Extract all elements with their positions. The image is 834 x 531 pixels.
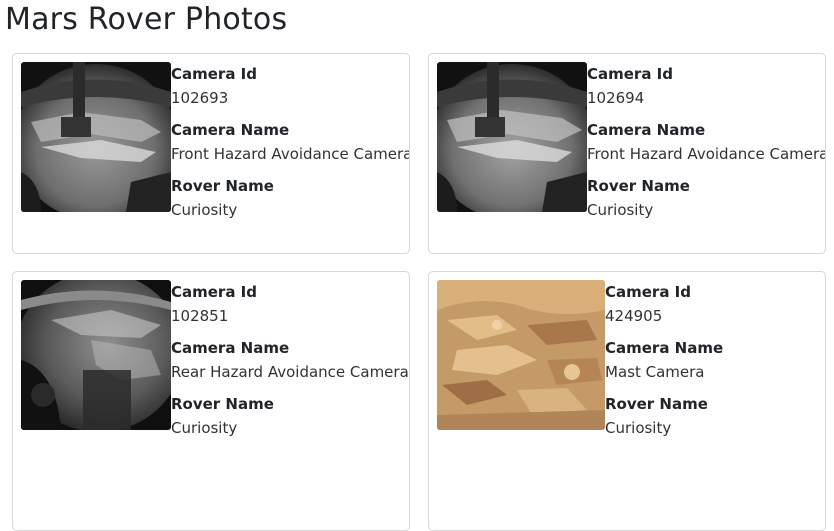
photo-info: Camera Id 424905 Camera Name Mast Camera… — [605, 280, 723, 448]
camera-id-label: Camera Id — [605, 283, 691, 301]
rover-name-label: Rover Name — [587, 177, 690, 195]
hazcam-photo-icon — [21, 62, 171, 212]
rover-name-label: Rover Name — [605, 395, 708, 413]
photo-card: Camera Id 102693 Camera Name Front Hazar… — [12, 53, 410, 254]
photo-card: Camera Id 424905 Camera Name Mast Camera… — [428, 271, 826, 531]
camera-id-value: 102693 — [171, 89, 229, 107]
rover-name-value: Curiosity — [587, 201, 654, 219]
camera-name-label: Camera Name — [605, 339, 724, 357]
camera-name-label: Camera Name — [171, 121, 290, 139]
camera-name-label: Camera Name — [171, 339, 290, 357]
photo-info: Camera Id 102694 Camera Name Front Hazar… — [587, 62, 826, 230]
photo-info: Camera Id 102693 Camera Name Front Hazar… — [171, 62, 410, 230]
camera-id-label: Camera Id — [171, 65, 257, 83]
hazcam-photo-icon — [437, 62, 587, 212]
camera-id-value: 424905 — [605, 307, 663, 325]
camera-name-value: Front Hazard Avoidance Camera — [171, 145, 410, 163]
camera-name-value: Front Hazard Avoidance Camera — [587, 145, 826, 163]
photo-card: Camera Id 102851 Camera Name Rear Hazard… — [12, 271, 410, 531]
rover-name-value: Curiosity — [171, 201, 238, 219]
rover-name-value: Curiosity — [171, 419, 238, 437]
rover-photo-image[interactable] — [21, 62, 171, 212]
photo-info: Camera Id 102851 Camera Name Rear Hazard… — [171, 280, 409, 448]
rover-photo-image[interactable] — [437, 62, 587, 212]
page-title: Mars Rover Photos — [5, 2, 288, 37]
camera-id-label: Camera Id — [171, 283, 257, 301]
rover-name-label: Rover Name — [171, 395, 274, 413]
rover-photo-image[interactable] — [21, 280, 171, 430]
camera-name-value: Rear Hazard Avoidance Camera — [171, 363, 409, 381]
rover-name-label: Rover Name — [171, 177, 274, 195]
mastcam-rock-photo-icon — [437, 280, 605, 430]
camera-id-label: Camera Id — [587, 65, 673, 83]
hazcam-photo-icon — [21, 280, 171, 430]
photo-card: Camera Id 102694 Camera Name Front Hazar… — [428, 53, 826, 254]
camera-id-value: 102851 — [171, 307, 229, 325]
camera-name-value: Mast Camera — [605, 363, 705, 381]
rover-photo-image[interactable] — [437, 280, 605, 430]
rover-name-value: Curiosity — [605, 419, 672, 437]
camera-name-label: Camera Name — [587, 121, 706, 139]
camera-id-value: 102694 — [587, 89, 645, 107]
